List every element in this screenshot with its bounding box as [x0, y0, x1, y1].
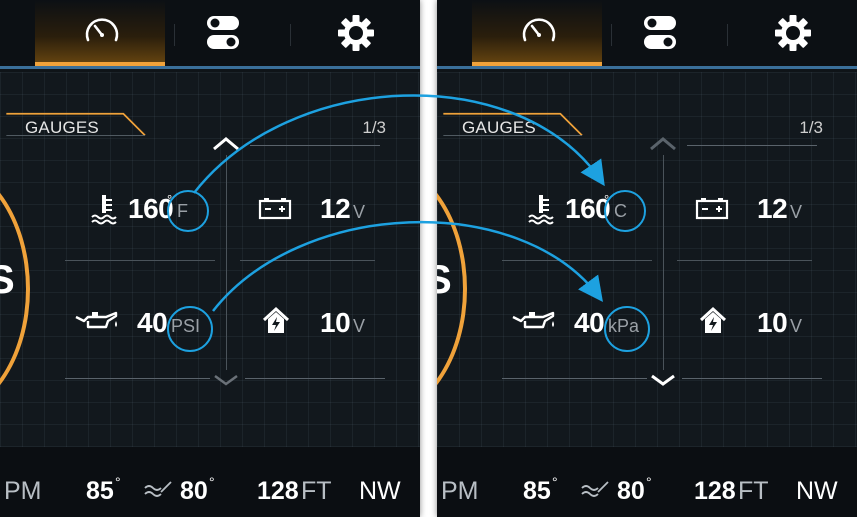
- battery-voltage-unit: V: [353, 202, 366, 222]
- coolant-temperature-icon: [528, 195, 554, 225]
- depth-unit: FT: [301, 477, 332, 505]
- air-temp-degree: °: [115, 474, 121, 490]
- gauge-divider: [240, 260, 375, 261]
- section-label: GAUGES: [25, 118, 99, 137]
- header-rule: [250, 145, 380, 146]
- house-voltage-unit: V: [353, 316, 366, 336]
- toggle-switches-icon[interactable]: [203, 14, 243, 57]
- scroll-up-chevron-icon[interactable]: [211, 136, 241, 152]
- unit-highlight-circle: [167, 190, 209, 232]
- house-battery-icon: [699, 306, 727, 333]
- scroll-down-chevron-icon[interactable]: [649, 373, 677, 387]
- scroll-down-chevron-icon[interactable]: [212, 373, 240, 387]
- rpm-label: PM: [441, 477, 479, 505]
- gear-icon[interactable]: [336, 13, 376, 58]
- page-indicator: 1/3: [362, 118, 386, 137]
- scroll-up-chevron-icon[interactable]: [648, 136, 678, 152]
- page-indicator: 1/3: [799, 118, 823, 137]
- unit-highlight-circle: [604, 306, 650, 352]
- air-temp-value: 85: [86, 477, 114, 505]
- gauge-divider: [682, 378, 822, 379]
- tab-separator: [727, 24, 728, 46]
- battery-icon: [695, 198, 729, 220]
- oil-pressure-icon: [512, 311, 555, 329]
- gauge-divider: [502, 260, 652, 261]
- display-panel-before: GAUGES 1/3 S 160 ° F 12 V 40 PSI 10 V PM…: [0, 0, 420, 517]
- depth-unit: FT: [738, 477, 769, 505]
- heading-value: NW: [796, 477, 838, 505]
- tab-separator: [290, 24, 291, 46]
- header-rule: [687, 145, 817, 146]
- ring-letter: S: [437, 258, 452, 302]
- battery-voltage-unit: V: [790, 202, 803, 222]
- house-battery-icon: [262, 306, 290, 333]
- water-temperature-icon: [581, 481, 609, 497]
- oil-pressure-icon: [75, 311, 118, 329]
- depth-value: 128: [257, 477, 299, 505]
- house-voltage-unit: V: [790, 316, 803, 336]
- house-voltage-value: 10: [320, 307, 351, 338]
- heading-value: NW: [359, 477, 401, 505]
- display-panel-after: GAUGES 1/3 S 160 ° C 12 V 40 kPa 10 V PM…: [437, 0, 857, 517]
- gauge-divider-vertical: [663, 155, 664, 370]
- gear-icon[interactable]: [773, 13, 813, 58]
- battery-icon: [258, 198, 292, 220]
- house-voltage-value: 10: [757, 307, 788, 338]
- speedometer-icon[interactable]: [82, 12, 122, 57]
- rpm-label: PM: [4, 477, 42, 505]
- oil-pressure-value: 40: [137, 307, 168, 338]
- ring-letter: S: [0, 258, 15, 302]
- battery-voltage-value: 12: [320, 193, 351, 224]
- gauge-divider: [245, 378, 385, 379]
- water-temp-degree: °: [646, 474, 652, 490]
- gauge-divider-vertical: [226, 155, 227, 370]
- tab-separator: [174, 24, 175, 46]
- water-temperature-icon: [144, 481, 172, 497]
- gauge-divider: [65, 260, 215, 261]
- battery-voltage-value: 12: [757, 193, 788, 224]
- air-temp-value: 85: [523, 477, 551, 505]
- depth-value: 128: [694, 477, 736, 505]
- unit-highlight-circle: [167, 306, 213, 352]
- oil-pressure-value: 40: [574, 307, 605, 338]
- gauge-divider: [65, 378, 210, 379]
- speedometer-icon[interactable]: [519, 12, 559, 57]
- header-divider: [0, 66, 420, 69]
- water-temp-degree: °: [209, 474, 215, 490]
- toggle-switches-icon[interactable]: [640, 14, 680, 57]
- water-temp-value: 80: [617, 477, 645, 505]
- gauge-divider: [502, 378, 647, 379]
- coolant-temperature-icon: [91, 195, 117, 225]
- unit-highlight-circle: [604, 190, 646, 232]
- water-temp-value: 80: [180, 477, 208, 505]
- tab-separator: [611, 24, 612, 46]
- section-label: GAUGES: [462, 118, 536, 137]
- header-divider: [437, 66, 857, 69]
- air-temp-degree: °: [552, 474, 558, 490]
- gauge-divider: [677, 260, 812, 261]
